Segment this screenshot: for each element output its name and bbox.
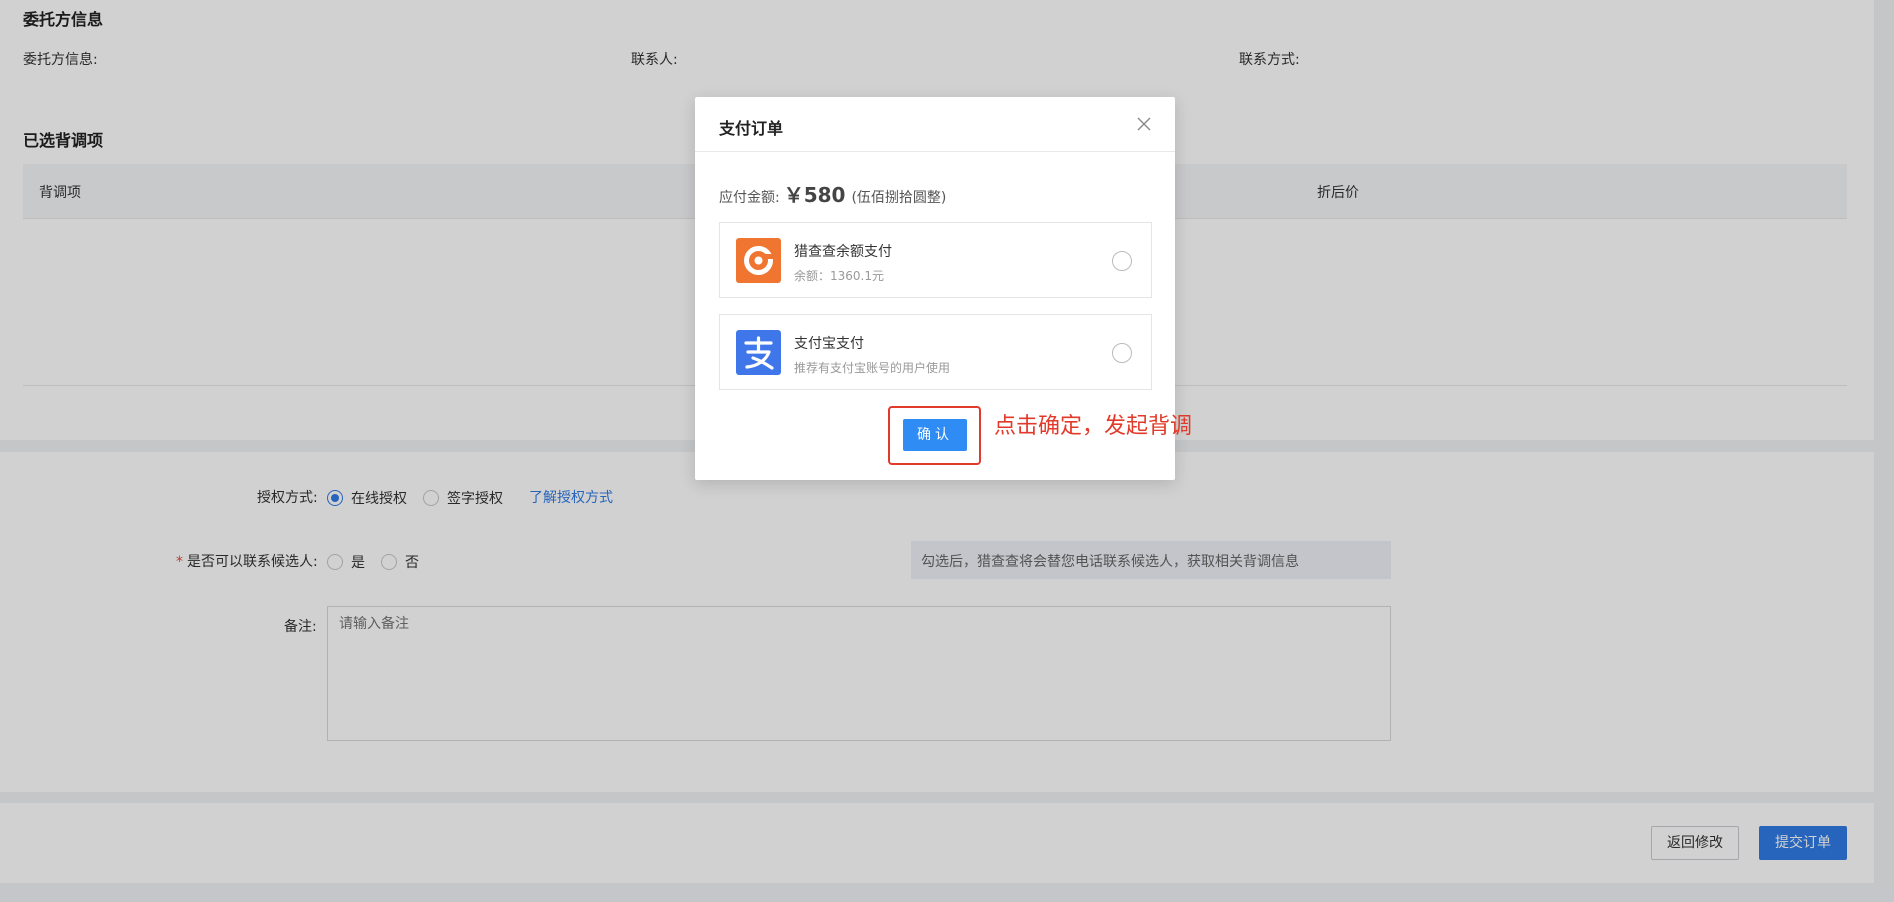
confirm-highlight-box <box>888 406 981 465</box>
liechacha-logo-icon <box>736 238 781 283</box>
balance-pay-option[interactable]: 猎查查余额支付 余额：1360.1元 <box>719 222 1152 298</box>
modal-header: 支付订单 <box>695 97 1175 152</box>
amount-label: 应付金额: <box>719 190 780 206</box>
amount-words: (伍佰捌拾圆整) <box>851 190 947 206</box>
alipay-logo-icon <box>736 330 781 375</box>
modal-title: 支付订单 <box>719 119 784 138</box>
annotation-text: 点击确定，发起背调 <box>994 414 1193 439</box>
balance-pay-sub: 余额：1360.1元 <box>794 269 884 283</box>
balance-pay-name: 猎查查余额支付 <box>794 244 892 260</box>
amount-value: ￥580 <box>783 183 846 207</box>
amount-row: 应付金额: ￥580 (伍佰捌拾圆整) <box>719 179 946 208</box>
alipay-radio[interactable] <box>1112 343 1132 363</box>
close-icon[interactable] <box>1134 114 1154 134</box>
alipay-option[interactable]: 支付宝支付 推荐有支付宝账号的用户使用 <box>719 314 1152 390</box>
alipay-sub: 推荐有支付宝账号的用户使用 <box>794 361 951 375</box>
alipay-name: 支付宝支付 <box>794 336 864 352</box>
balance-pay-radio[interactable] <box>1112 251 1132 271</box>
